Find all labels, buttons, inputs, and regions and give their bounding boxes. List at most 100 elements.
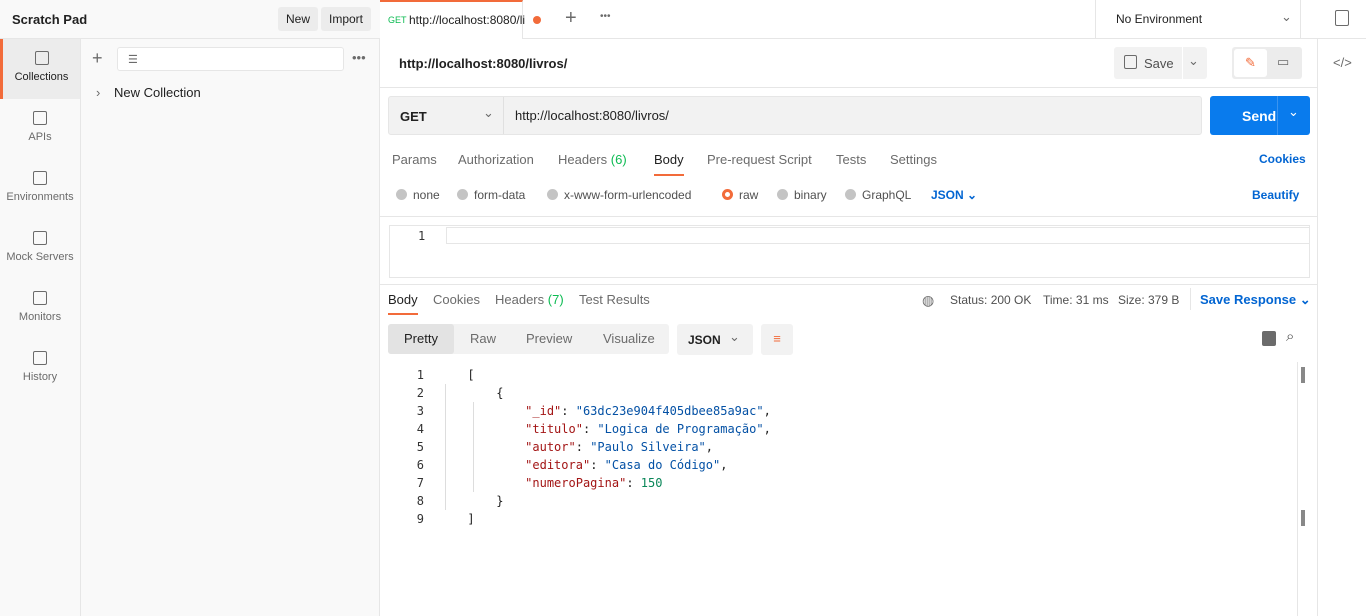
response-tab-cookies[interactable]: Cookies	[433, 292, 480, 307]
sidebar-item-mock-servers[interactable]: Mock Servers	[0, 219, 80, 279]
radio-icon	[777, 189, 788, 200]
rail-label: Collections	[14, 71, 69, 83]
comma: ,	[705, 440, 714, 454]
time-text[interactable]: Time: 31 ms	[1043, 293, 1109, 307]
response-tab-body[interactable]: Body	[388, 292, 418, 315]
radio-icon	[457, 189, 468, 200]
response-tab-test-results[interactable]: Test Results	[579, 292, 650, 307]
tab-label: Body	[388, 292, 418, 307]
sidebar-item-collections[interactable]: Collections	[0, 39, 80, 99]
search-icon[interactable]: ⌕	[1286, 328, 1294, 345]
tab-pre-request-script[interactable]: Pre-request Script	[707, 152, 812, 167]
json-key: "editora"	[525, 458, 591, 472]
radio-x-www-form-urlencoded[interactable]: x-www-form-urlencoded	[547, 188, 691, 202]
line-number: 6	[416, 458, 424, 472]
tab-title: http://localhost:8080/li	[409, 13, 526, 27]
line-number: 1	[416, 368, 424, 382]
radio-none[interactable]: none	[396, 188, 440, 202]
size-text[interactable]: Size: 379 B	[1118, 293, 1179, 307]
tab-authorization[interactable]: Authorization	[458, 152, 534, 167]
collection-item[interactable]: › New Collection	[96, 85, 201, 100]
view-preview[interactable]: Preview	[510, 324, 588, 354]
code-line: 2 {	[380, 384, 1290, 402]
code-line: 4 "titulo": "Logica de Programação",	[380, 420, 1290, 438]
chevron-down-icon[interactable]: ⌄	[1288, 104, 1299, 120]
mode-toggle[interactable]: ✎ ▭	[1232, 47, 1302, 79]
send-button[interactable]: Send ⌄	[1210, 96, 1310, 135]
tab-label: Settings	[890, 152, 937, 167]
radio-binary[interactable]: binary	[777, 188, 827, 202]
wrap-lines-icon[interactable]: ≡	[761, 324, 793, 355]
tab-label: Body	[654, 152, 684, 167]
add-collection-icon[interactable]: +	[92, 48, 103, 69]
environment-quick-look-icon[interactable]	[1335, 10, 1349, 26]
code-text: {	[467, 386, 504, 400]
response-body[interactable]: 1 [2 {3 "_id": "63dc23e904f405dbee85a9ac…	[380, 366, 1290, 528]
line-number: 5	[416, 440, 424, 454]
environment-label: No Environment	[1116, 12, 1203, 26]
chevron-down-icon[interactable]: ⌄	[1188, 53, 1199, 69]
comma: ,	[720, 458, 728, 472]
sidebar-item-apis[interactable]: APIs	[0, 99, 80, 159]
chevron-down-icon: ⌄	[1281, 9, 1292, 24]
environments-icon	[33, 171, 47, 185]
line-number: 1	[418, 229, 426, 243]
more-options-icon[interactable]: •••	[352, 50, 366, 65]
edit-icon[interactable]: ✎	[1234, 49, 1267, 77]
code-line: 8 }	[380, 492, 1290, 510]
environment-select[interactable]: No Environment ⌄	[1095, 0, 1301, 39]
radio-form-data[interactable]: form-data	[457, 188, 525, 202]
beautify-link[interactable]: Beautify	[1252, 188, 1299, 202]
response-format-select[interactable]: JSON ⌄	[677, 324, 753, 355]
comma: ,	[763, 404, 771, 418]
body-format-select[interactable]: JSON ⌄	[931, 188, 977, 202]
json-value: 150	[640, 476, 663, 490]
response-tab-headers[interactable]: Headers (7)	[495, 292, 564, 307]
scrollbar[interactable]	[1297, 362, 1309, 616]
import-button[interactable]: Import	[321, 7, 372, 31]
save-response-button[interactable]: Save Response ⌄	[1200, 292, 1311, 308]
request-body-editor[interactable]: 1	[389, 225, 1310, 278]
radio-GraphQL[interactable]: GraphQL	[845, 188, 911, 202]
view-raw[interactable]: Raw	[454, 324, 512, 354]
tab-settings[interactable]: Settings	[890, 152, 937, 167]
request-tab[interactable]: GET http://localhost:8080/li	[380, 0, 541, 39]
radio-icon	[547, 189, 558, 200]
json-value: "Logica de Programação"	[597, 422, 764, 436]
view-pretty[interactable]: Pretty	[388, 324, 454, 354]
comma: ,	[763, 422, 771, 436]
url-input[interactable]: http://localhost:8080/livros/	[515, 108, 669, 123]
save-response-label: Save Response	[1200, 292, 1297, 307]
cookies-link[interactable]: Cookies	[1259, 152, 1306, 166]
new-button[interactable]: New	[278, 7, 319, 31]
radio-raw[interactable]: raw	[722, 188, 758, 202]
new-tab-icon[interactable]: +	[565, 7, 577, 30]
radio-icon	[396, 189, 407, 200]
code-icon[interactable]: </>	[1333, 55, 1352, 70]
history-icon	[33, 351, 47, 365]
method-select[interactable]: GET ⌄	[389, 97, 504, 134]
sidebar-item-monitors[interactable]: Monitors	[0, 279, 80, 339]
view-visualize[interactable]: Visualize	[587, 324, 671, 354]
radio-label: binary	[794, 188, 827, 202]
save-button[interactable]: Save ⌄	[1114, 47, 1207, 79]
tab-options-icon[interactable]: •••	[600, 11, 611, 22]
tab-label: Params	[392, 152, 437, 167]
status-text[interactable]: Status: 200 OK	[950, 293, 1031, 307]
sidebar-item-environments[interactable]: Environments	[0, 159, 80, 219]
filter-input[interactable]: ☰	[117, 47, 344, 71]
copy-icon[interactable]	[1262, 331, 1276, 346]
line-number: 9	[416, 512, 424, 526]
tab-tests[interactable]: Tests	[836, 152, 866, 167]
tab-headers[interactable]: Headers (6)	[558, 152, 627, 167]
tab-body[interactable]: Body	[654, 152, 684, 176]
code-text: }	[467, 494, 504, 508]
sidebar-item-history[interactable]: History	[0, 339, 80, 399]
radio-label: raw	[739, 188, 759, 202]
tab-params[interactable]: Params	[392, 152, 437, 167]
rail-label: Mock Servers	[6, 251, 74, 263]
radio-icon	[722, 189, 733, 200]
comment-icon[interactable]: ▭	[1277, 54, 1289, 70]
apis-icon	[33, 111, 47, 125]
radio-label: form-data	[474, 188, 526, 202]
